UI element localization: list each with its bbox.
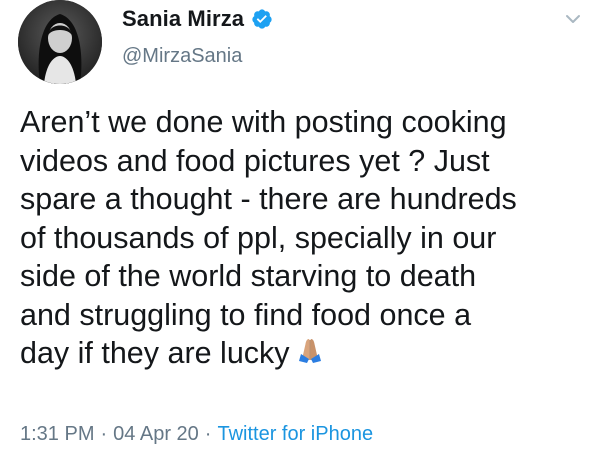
separator: · [204, 423, 212, 445]
name-row: Sania Mirza [122, 6, 273, 32]
tweet-date[interactable]: 04 Apr 20 [113, 423, 199, 445]
tweet-time[interactable]: 1:31 PM [20, 423, 94, 445]
avatar[interactable] [18, 0, 102, 84]
separator: · [100, 423, 108, 445]
tweet-text: Aren’t we done with posting cooking vide… [20, 103, 586, 373]
tweet-body: Aren’t we done with posting cooking vide… [20, 105, 517, 370]
user-handle[interactable]: @MirzaSania [122, 45, 242, 68]
tweet-source-link[interactable]: Twitter for iPhone [217, 423, 373, 445]
folded-hands-icon [294, 335, 326, 367]
tweet-meta: 1:31 PM · 04 Apr 20 · Twitter for iPhone [20, 423, 373, 446]
verified-badge-icon [251, 8, 273, 30]
chevron-down-icon[interactable] [562, 8, 584, 30]
tweet-card: Sania Mirza @MirzaSania Aren’t we done w… [0, 0, 600, 450]
display-name[interactable]: Sania Mirza [122, 6, 244, 32]
